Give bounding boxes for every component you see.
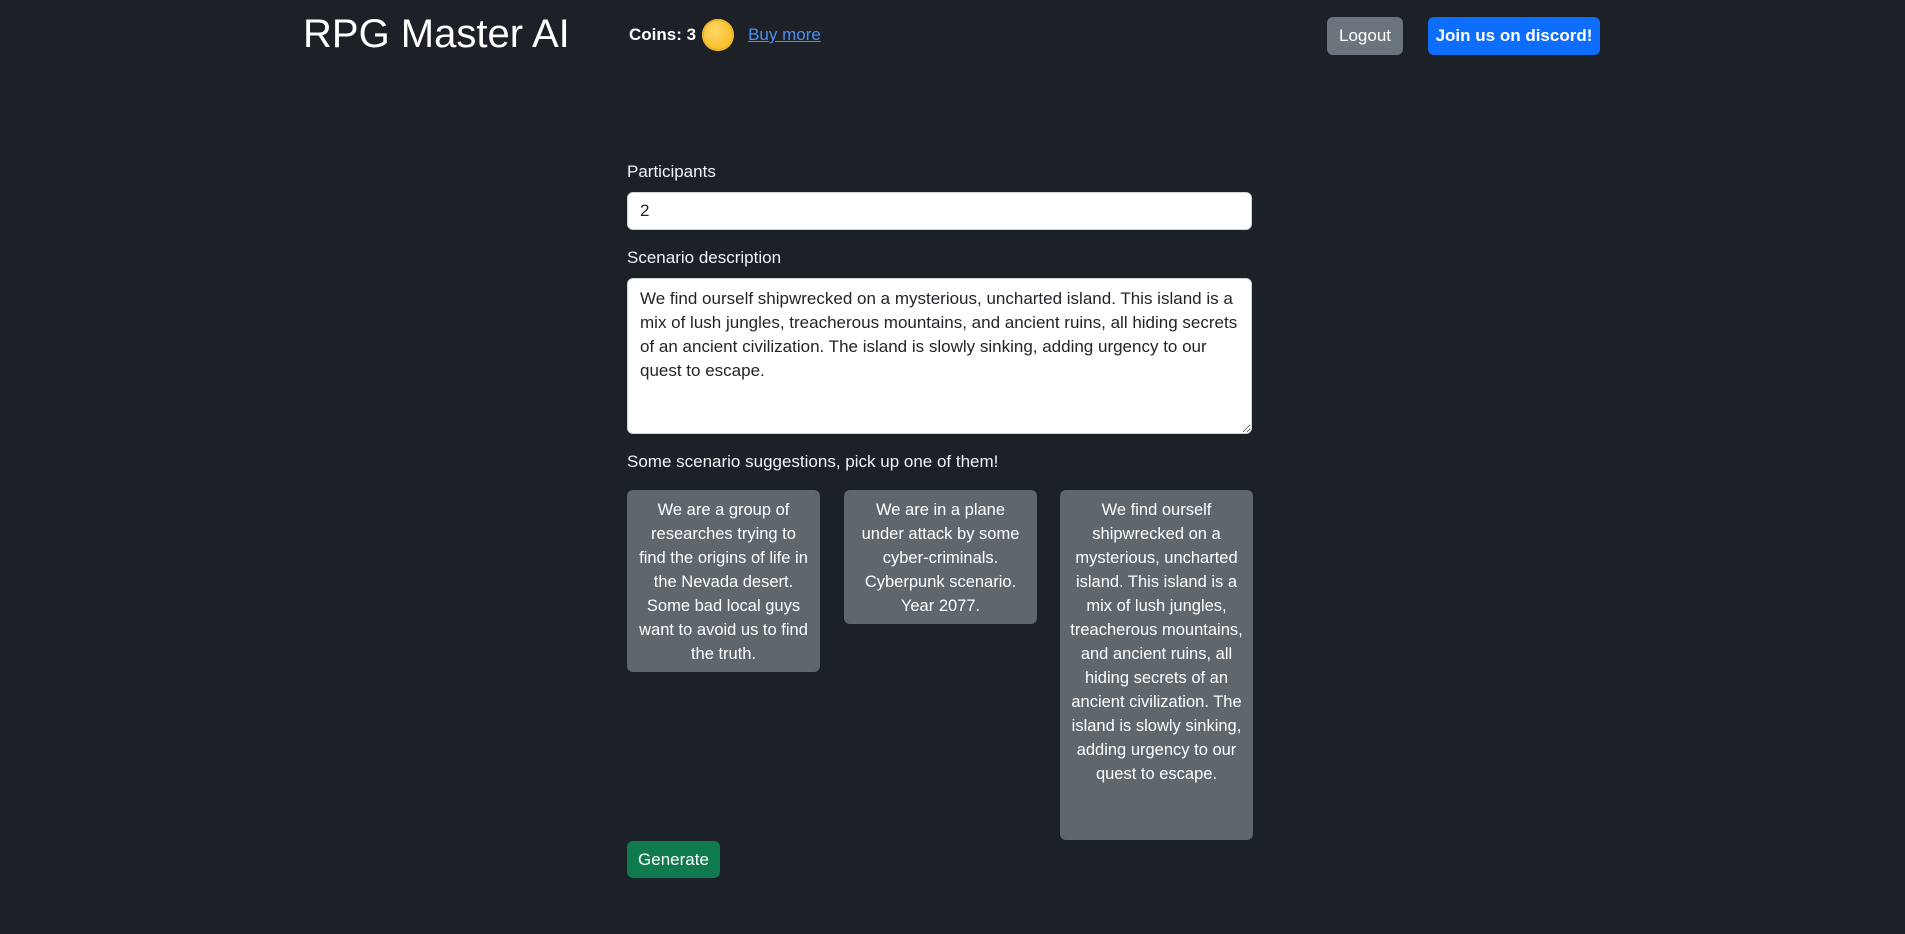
suggestion-card-island[interactable]: We find ourself shipwrecked on a mysteri… bbox=[1060, 490, 1253, 840]
coins-balance: Coins: 3 Buy more bbox=[629, 17, 821, 53]
buy-more-link[interactable]: Buy more bbox=[748, 25, 821, 45]
scenario-description-textarea[interactable]: We find ourself shipwrecked on a mysteri… bbox=[627, 278, 1252, 434]
logout-button[interactable]: Logout bbox=[1327, 17, 1403, 55]
suggestions-title: Some scenario suggestions, pick up one o… bbox=[627, 452, 999, 471]
suggestion-card-nevada[interactable]: We are a group of researches trying to f… bbox=[627, 490, 820, 672]
generate-button[interactable]: Generate bbox=[627, 841, 720, 878]
join-discord-button[interactable]: Join us on discord! bbox=[1428, 17, 1600, 55]
page: RPG Master AI Coins: 3 Buy more Logout J… bbox=[0, 0, 1905, 934]
coin-icon bbox=[702, 19, 735, 51]
coins-label: Coins: 3 bbox=[629, 25, 697, 44]
suggestion-card-plane[interactable]: We are in a plane under attack by some c… bbox=[844, 490, 1037, 624]
scenario-description-label: Scenario description bbox=[627, 248, 782, 267]
participants-input[interactable] bbox=[627, 192, 1252, 230]
brand-title: RPG Master AI bbox=[303, 12, 570, 56]
participants-label: Participants bbox=[627, 162, 716, 181]
